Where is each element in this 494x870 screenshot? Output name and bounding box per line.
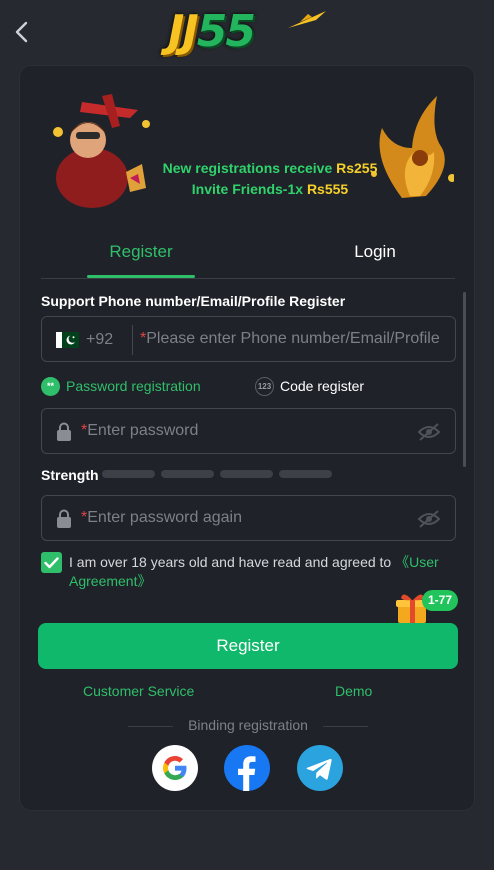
facebook-login-button[interactable] <box>224 745 270 791</box>
password-input[interactable]: *Enter password <box>81 422 381 440</box>
strength-meter <box>102 470 332 478</box>
code-mode-icon: 123 <box>255 376 274 396</box>
brand-logo: JJ55 <box>168 4 328 60</box>
pilot-character-image <box>53 94 150 208</box>
code-register-option[interactable]: 123 Code register <box>255 376 364 396</box>
strength-bar <box>102 470 155 478</box>
code-register-label: Code register <box>280 378 365 394</box>
google-login-button[interactable] <box>152 745 198 791</box>
facebook-icon <box>238 756 256 791</box>
password-mode-icon: ** <box>41 376 60 396</box>
telegram-icon <box>306 758 332 780</box>
promo-text: New registrations receive Rs255 Invite F… <box>162 160 378 197</box>
google-icon <box>163 756 187 780</box>
password-registration-option[interactable]: ** Password registration <box>41 376 201 396</box>
checkmark-icon <box>44 556 59 568</box>
auth-tabs: Register Login <box>41 236 455 279</box>
password-field[interactable]: *Enter password <box>41 408 456 454</box>
country-code[interactable]: +92 <box>86 331 113 349</box>
register-card: New registrations receive Rs255 Invite F… <box>19 65 475 811</box>
eye-hidden-icon[interactable] <box>417 422 441 442</box>
telegram-login-button[interactable] <box>297 745 343 791</box>
customer-service-link[interactable]: Customer Service <box>83 683 194 699</box>
strength-label: Strength <box>41 467 99 483</box>
demo-link[interactable]: Demo <box>335 683 372 699</box>
phone-field[interactable]: +92 *Please enter Phone number/Email/Pro… <box>41 316 456 362</box>
register-button[interactable]: Register <box>38 623 458 669</box>
strength-bar <box>220 470 273 478</box>
agreement-text: I am over 18 years old and have read and… <box>69 554 439 589</box>
top-bar: JJ55 <box>0 0 494 64</box>
promo-banner: New registrations receive Rs255 Invite F… <box>42 88 456 208</box>
chevron-left-icon[interactable] <box>10 18 34 46</box>
eye-hidden-icon[interactable] <box>417 509 441 529</box>
binding-registration-label: Binding registration <box>128 717 368 733</box>
field-divider <box>132 325 133 355</box>
lock-icon <box>57 509 71 528</box>
tab-register[interactable]: Register <box>87 236 195 278</box>
strength-bar <box>161 470 214 478</box>
register-method-title: Support Phone number/Email/Profile Regis… <box>41 293 346 309</box>
password-registration-label: Password registration <box>66 378 201 394</box>
lock-icon <box>57 422 71 441</box>
tab-login[interactable]: Login <box>321 236 429 278</box>
bonus-badge: 1-77 <box>422 590 459 611</box>
strength-bar <box>279 470 332 478</box>
agreement-checkbox[interactable] <box>41 552 62 573</box>
pakistan-flag-icon[interactable] <box>56 332 79 348</box>
scrollbar[interactable] <box>463 292 466 467</box>
phone-input[interactable]: *Please enter Phone number/Email/Profile <box>140 330 440 348</box>
confirm-password-field[interactable]: *Enter password again <box>41 495 456 541</box>
confirm-password-input[interactable]: *Enter password again <box>81 509 381 527</box>
plane-icon <box>288 11 326 28</box>
